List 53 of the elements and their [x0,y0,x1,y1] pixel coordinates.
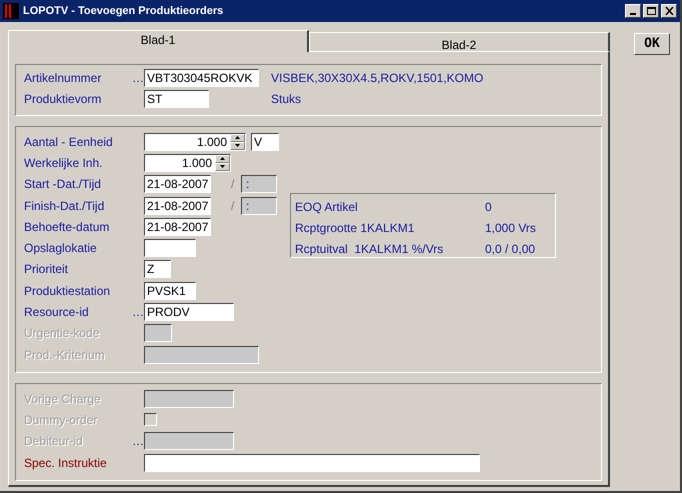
field-label: Finish-Dat./Tijd [24,198,106,215]
input-field[interactable]: 21-08-2007 [144,218,211,236]
field-label: Werkelijke Inh. [24,154,104,172]
input-field[interactable]: PRODV [144,303,234,322]
spin-up-button[interactable] [230,134,245,142]
separator: / [231,176,236,194]
input-field[interactable]: 21-08-2007 [144,175,211,194]
field-label: Opslaglokatie [24,240,98,258]
app-icon [3,3,19,19]
field-label: Produktiestation [24,282,112,300]
maximize-button[interactable] [643,4,659,18]
spinner-field[interactable]: 1.000 [144,154,231,172]
field-label: Produktievorm [24,90,102,108]
info-value: 0,0 / 0,00 [485,240,536,258]
down-arrow-icon [235,144,240,148]
field-label: Start -Dat./Tijd [24,176,102,194]
tab[interactable]: Blad-2 [309,32,610,52]
info-value: 0 [485,198,492,216]
field-label: Behoefte-datum [24,218,110,236]
separator: / [231,198,236,215]
info-label: EOQ Artikel [295,198,359,216]
field-label: Artikelnummer [24,70,102,87]
field-label: Spec. Instruktie [24,454,108,472]
input-field[interactable]: Z [144,260,171,278]
lookup-link[interactable]: … [132,306,144,318]
close-icon [664,7,674,15]
info-label: Rcptgrootte 1KALKM1 [295,220,416,236]
ok-button[interactable]: OK [634,32,670,55]
window-title: LOPOTV - Toevoegen Produktieorders [23,4,224,19]
info-value: 1,000 Vrs [485,220,536,236]
description: VISBEK,30X30X4.5,ROKV,1501,KOMO [271,70,484,87]
field-label: Prioriteit [24,261,70,278]
maximize-icon [646,7,656,15]
close-button[interactable] [661,4,677,18]
description: Stuks [271,90,302,108]
minimize-button[interactable] [625,4,641,18]
lookup-link[interactable]: … [132,72,144,84]
down-arrow-icon [220,165,225,168]
input-field[interactable]: VBT303045ROKVK [144,68,259,87]
input-field[interactable]: ST [144,90,209,108]
input-field[interactable] [144,454,480,472]
tab[interactable]: Blad-1 [8,30,309,52]
field-label: Aantal - Eenheid [24,134,114,151]
spin-up-button[interactable] [215,154,230,163]
field-label: Resource-id [24,304,90,322]
input-field[interactable] [144,239,196,258]
info-label: Rcptuitval 1KALKM1 %/Vrs [295,240,444,258]
up-arrow-icon [220,157,225,160]
input-field[interactable]: 21-08-2007 [144,196,211,215]
up-arrow-icon [235,136,240,140]
unit-field[interactable]: V [251,132,279,151]
spinner-field[interactable]: 1.000 [144,132,246,151]
input-field[interactable]: PVSK1 [144,282,196,300]
